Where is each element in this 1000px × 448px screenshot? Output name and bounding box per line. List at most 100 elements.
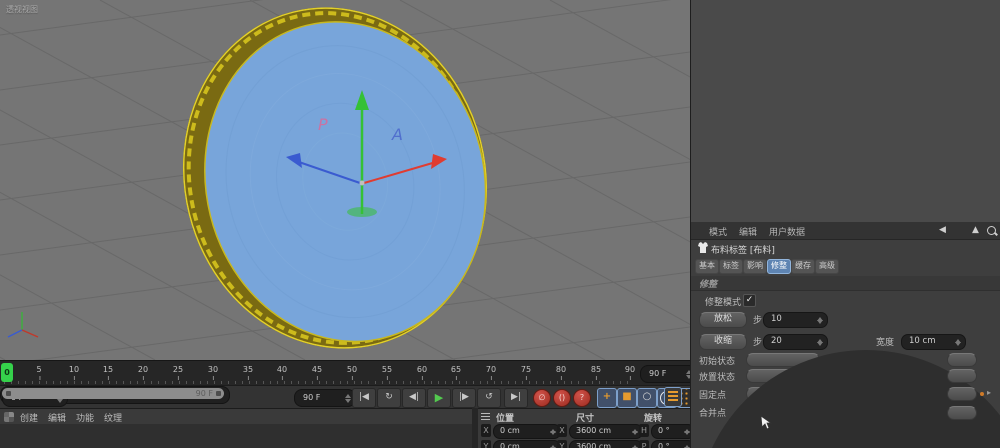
size-y-label: Y — [557, 440, 567, 448]
size-y-field[interactable]: 3600 cm — [569, 440, 643, 448]
viewport-canvas: P A — [0, 0, 690, 360]
fix-points-show-button[interactable] — [947, 387, 977, 401]
ruler-tick: 85 — [590, 365, 602, 380]
fix-points-dot-icon — [980, 392, 984, 396]
merge-points-extra-button[interactable] — [947, 406, 977, 420]
timeline-ruler[interactable]: 0 5 10 15 20 25 30 35 40 45 50 55 60 65 … — [0, 360, 697, 386]
material-list-area[interactable] — [0, 424, 472, 448]
material-menu-create[interactable]: 创建 — [20, 411, 38, 424]
dresser-section-row[interactable]: 修整 — [691, 276, 1000, 291]
tab-tag[interactable]: 标签 — [719, 259, 743, 274]
ruler-tick: 45 — [311, 365, 323, 380]
attr-menu-userdata[interactable]: 用户数据 — [769, 225, 805, 238]
range-end-handle[interactable] — [216, 391, 221, 396]
cinema4d-window: P A 透视视图 0 5 10 15 20 25 30 35 40 45 50 … — [0, 0, 1000, 448]
pos-x-field[interactable]: 0 cm — [493, 424, 561, 439]
ruler-tick: 80 — [555, 365, 567, 380]
rot-p-label: P — [639, 440, 649, 448]
record-button[interactable]: ∅ — [533, 389, 551, 407]
init-state-label: 初始状态 — [699, 357, 736, 367]
gizmo-center[interactable] — [359, 180, 365, 186]
object-header-row[interactable]: 布料标签 [布料] — [691, 240, 1000, 256]
play-button[interactable]: ▶ — [427, 388, 451, 408]
keyframe-presets-button[interactable] — [664, 387, 682, 407]
ruler-tick: 90 — [624, 365, 636, 380]
cloth-tag-icon — [698, 242, 708, 253]
material-menu-function[interactable]: 功能 — [76, 411, 94, 424]
attr-menu-edit[interactable]: 编辑 — [739, 225, 757, 238]
fix-points-more-icon[interactable]: ▸ — [987, 388, 991, 397]
gizmo-a-glyph: A — [391, 125, 403, 144]
ruler-tick: 40 — [276, 365, 288, 380]
key-scale-toggle[interactable]: ■ — [617, 388, 637, 408]
shrink-button[interactable]: 收缩 — [699, 334, 747, 350]
disc-object[interactable] — [148, 0, 522, 360]
dresser-section-label: 修整 — [699, 280, 718, 290]
key-position-toggle[interactable]: + — [597, 388, 617, 408]
ruler-tick: 70 — [485, 365, 497, 380]
search-icon[interactable] — [987, 226, 996, 235]
tab-cache[interactable]: 缓存 — [791, 259, 815, 274]
material-menu-edit[interactable]: 编辑 — [48, 411, 66, 424]
tab-forces[interactable]: 影响 — [743, 259, 767, 274]
goto-start-button[interactable]: |◀ — [352, 388, 376, 408]
previous-frame-button[interactable]: ◀| — [402, 388, 426, 408]
coordinates-menu-icon[interactable] — [481, 413, 490, 420]
range-end-field[interactable]: 90 F — [294, 389, 356, 407]
fix-points-label: 固定点 — [699, 391, 727, 401]
autokey-button[interactable]: () — [553, 389, 571, 407]
range-start-handle[interactable] — [6, 391, 11, 396]
material-manager-icon — [4, 412, 14, 422]
coordinates-manager: 位置 尺寸 旋转 X 0 cm X 3600 cm H 0 ° Y 0 cm Y… — [478, 408, 695, 448]
relax-steps-field[interactable]: 10 — [763, 312, 828, 328]
preview-range-bar[interactable]: 90 F — [2, 388, 224, 399]
init-state-show-button[interactable] — [947, 353, 977, 367]
ruler-tick: 25 — [172, 365, 184, 380]
ruler-tick: 55 — [381, 365, 393, 380]
play-loop-button[interactable]: ↻ — [377, 388, 401, 408]
pos-y-field[interactable]: 0 cm — [493, 440, 561, 448]
range-end-inline-label: 90 F — [195, 389, 213, 398]
viewport-perspective[interactable]: P A 透视视图 — [0, 0, 690, 360]
relax-steps-label: 步 — [753, 316, 763, 326]
ruler-tick: 35 — [242, 365, 254, 380]
goto-end-button[interactable]: ▶| — [504, 388, 528, 408]
ruler-tick: 50 — [346, 365, 358, 380]
relax-button[interactable]: 放松 — [699, 312, 747, 328]
position-header: 位置 — [496, 414, 515, 424]
pointer-icon[interactable]: ▲ — [972, 225, 979, 235]
rot-p-field[interactable]: 0 ° — [651, 440, 695, 448]
upper-right-panel — [690, 0, 1000, 222]
dress-state-show-button[interactable] — [947, 369, 977, 383]
transport-bar: 0 F 90 F 90 F |◀ ↻ ◀| ▶ |▶ ↺ ▶| ∅ () ? +… — [0, 385, 697, 409]
tab-expert[interactable]: 高级 — [815, 259, 839, 274]
keyframe-selection-button[interactable]: ? — [573, 389, 591, 407]
dress-state-label: 放置状态 — [699, 373, 736, 383]
next-frame-button[interactable]: |▶ — [452, 388, 476, 408]
mouse-cursor — [760, 415, 773, 430]
timeline-playhead[interactable]: 0 — [1, 363, 13, 382]
ruler-tick: 20 — [137, 365, 149, 380]
shrink-steps-label: 步 — [753, 338, 763, 348]
material-manager-menubar: 创建 编辑 功能 纹理 — [0, 408, 472, 425]
ruler-tick: 60 — [416, 365, 428, 380]
dress-mode-checkbox[interactable]: ✓ — [743, 294, 756, 307]
attr-menu-mode[interactable]: 模式 — [709, 225, 727, 238]
rot-h-field[interactable]: 0 ° — [651, 424, 695, 439]
width-field[interactable]: 10 cm — [901, 334, 966, 350]
end-frame-field[interactable]: 90 F — [640, 365, 697, 383]
pos-y-label: Y — [481, 440, 491, 448]
size-x-field[interactable]: 3600 cm — [569, 424, 643, 439]
key-rotation-toggle[interactable]: ○ — [637, 388, 657, 408]
viewport-label[interactable]: 透视视图 — [6, 4, 38, 15]
ruler-tick: 10 — [68, 365, 80, 380]
ruler-tick: 5 — [36, 365, 42, 380]
play-backwards-button[interactable]: ↺ — [477, 388, 501, 408]
shrink-steps-field[interactable]: 20 — [763, 334, 828, 350]
material-menu-texture[interactable]: 纹理 — [104, 411, 122, 424]
size-x-label: X — [557, 424, 567, 437]
ruler-tick: 30 — [207, 365, 219, 380]
tab-dresser[interactable]: 修整 — [767, 259, 791, 274]
tab-basic[interactable]: 基本 — [695, 259, 719, 274]
history-back-icon[interactable]: ◀ — [939, 225, 946, 235]
